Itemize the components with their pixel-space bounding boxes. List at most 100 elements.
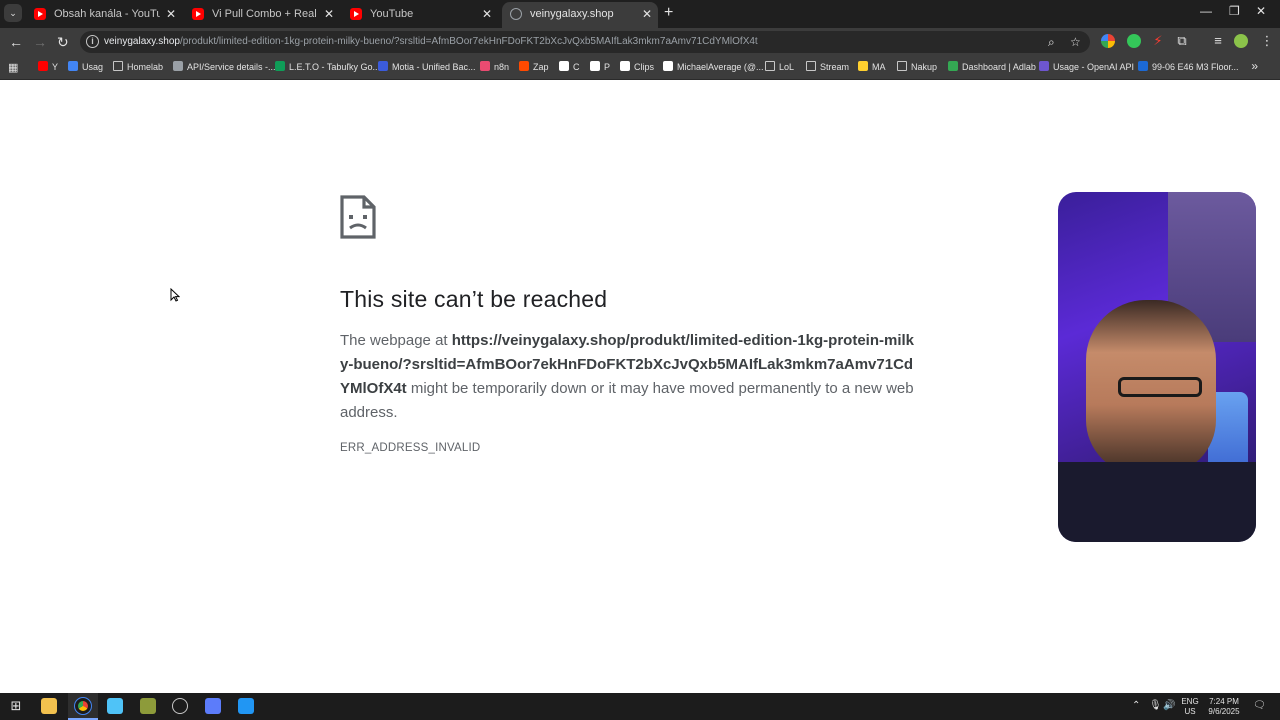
bookmark-label: Y — [52, 62, 59, 72]
windows-start-icon[interactable]: ⊞ — [8, 698, 24, 714]
bookmark-label: P — [604, 62, 611, 72]
new-tab-button[interactable]: + — [664, 4, 673, 22]
folder-icon — [765, 61, 775, 71]
profile-avatar[interactable] — [1234, 34, 1248, 48]
bookmark-label: Dashboard | Adlab — [962, 62, 1036, 72]
folder-icon — [113, 61, 123, 71]
close-icon[interactable]: ✕ — [324, 2, 334, 26]
tab-youtube-studio[interactable]: Obsah kanála - YouTube Studio ✕ — [26, 2, 182, 26]
extension-grammarly-icon[interactable] — [1127, 34, 1141, 48]
bookmark-item[interactable]: LoL — [765, 56, 794, 78]
bookmark-label: 99-06 E46 M3 Floor... — [1152, 62, 1239, 72]
bookmark-item[interactable]: C — [559, 56, 580, 78]
n8n-icon — [480, 61, 490, 71]
tab-youtube[interactable]: YouTube ✕ — [342, 2, 498, 26]
bmw-icon — [1138, 61, 1148, 71]
extensions-puzzle-icon[interactable]: ⧉ — [1175, 34, 1189, 48]
bookmark-label: Usag — [82, 62, 104, 72]
windows-taskbar: ⊞ ⌃ 🎙 🔊 ENG US 7:24 PM 9/6/2025 🗨 — [0, 693, 1280, 720]
zoom-icon[interactable]: ⌕ — [1048, 34, 1055, 50]
back-icon[interactable]: ← — [9, 34, 23, 50]
globe-icon — [510, 8, 522, 20]
bookmark-item[interactable]: API/Service details -... — [173, 56, 276, 78]
address-bar[interactable]: i veinygalaxy.shop/produkt/limited-editi… — [80, 31, 1090, 53]
app-olive-icon[interactable] — [140, 698, 156, 714]
tab-vi-pull-combo[interactable]: Vi Pull Combo + Real Talk - YouTube ✕ — [184, 2, 340, 26]
app-circle-icon[interactable] — [172, 698, 188, 714]
bookmark-item[interactable]: P — [590, 56, 610, 78]
extension-red-icon[interactable]: ⚡ — [1151, 34, 1165, 48]
tab-veinygalaxy[interactable]: veinygalaxy.shop ✕ — [502, 2, 658, 28]
bookmark-item[interactable]: Clips — [620, 56, 654, 78]
youtube-icon — [34, 8, 46, 20]
bookmark-item[interactable]: Nakup — [897, 56, 937, 78]
clock-time: 7:24 PM — [1209, 697, 1239, 706]
folder-icon — [806, 61, 816, 71]
bookmark-item[interactable]: Dashboard | Adlab — [948, 56, 1036, 78]
close-icon[interactable]: ✕ — [642, 2, 652, 26]
error-description: The webpage at https://veinygalaxy.shop/… — [340, 329, 920, 425]
language-indicator[interactable]: ENG US — [1178, 697, 1202, 717]
bookmark-item[interactable]: Zap — [519, 56, 549, 78]
bookmark-item[interactable]: Usage - OpenAI API — [1039, 56, 1134, 78]
clock[interactable]: 7:24 PM 9/6/2025 — [1200, 697, 1248, 717]
bookmark-item[interactable]: Motia - Unified Bac... — [378, 56, 476, 78]
motia-icon — [378, 61, 388, 71]
bookmark-star-icon[interactable]: ☆ — [1070, 34, 1081, 50]
address-url[interactable]: veinygalaxy.shop/produkt/limited-edition… — [104, 31, 758, 53]
close-window-icon[interactable]: ✕ — [1256, 4, 1266, 18]
close-icon[interactable]: ✕ — [482, 2, 492, 26]
tab-title: Vi Pull Combo + Real Talk - YouTube — [212, 8, 318, 20]
bookmark-item[interactable]: n8n — [480, 56, 509, 78]
bookmark-item[interactable]: Stream — [806, 56, 849, 78]
bookmark-item[interactable]: MichaelAverage (@... — [663, 56, 764, 78]
tab-title: YouTube — [370, 8, 414, 20]
menu-kebab-icon[interactable]: ⋮ — [1260, 34, 1274, 48]
error-desc-suffix: might be temporarily down or it may have… — [340, 380, 914, 421]
forward-icon[interactable]: → — [33, 34, 47, 50]
bookmark-label: Nakup — [911, 62, 938, 72]
notifications-icon[interactable]: 🗨 — [1253, 700, 1266, 711]
calculator-icon[interactable] — [205, 698, 221, 714]
clips-icon — [620, 61, 630, 71]
close-icon[interactable]: ✕ — [166, 2, 176, 26]
chevron-right-icon[interactable]: » — [1251, 59, 1258, 73]
bookmark-label: API/Service details -... — [187, 62, 276, 72]
minimize-icon[interactable]: — — [1200, 4, 1212, 18]
reload-icon[interactable]: ↻ — [57, 34, 69, 50]
mouse-cursor-icon — [170, 288, 180, 302]
chrome-icon[interactable] — [74, 697, 92, 715]
tray-chevron-up-icon[interactable]: ⌃ — [1132, 700, 1140, 711]
tab-title: Obsah kanála - YouTube Studio — [54, 8, 160, 20]
tab-search-icon[interactable]: ⌄ — [4, 4, 22, 22]
gear-icon — [173, 61, 183, 71]
bookmark-item[interactable]: MA — [858, 56, 886, 78]
app-blue-icon[interactable] — [107, 698, 123, 714]
site-info-icon[interactable]: i — [86, 35, 99, 48]
error-desc-prefix: The webpage at — [340, 332, 452, 349]
bookmark-label: Stream — [820, 62, 850, 72]
reading-list-icon[interactable]: ≡ — [1211, 34, 1225, 48]
app-terminal-icon[interactable] — [238, 698, 254, 714]
apps-grid-icon[interactable]: ▦ — [8, 61, 18, 74]
bookmark-item[interactable]: Usag — [68, 56, 103, 78]
webcam-shirt — [1058, 462, 1256, 542]
zapier-icon — [519, 61, 529, 71]
globe-icon — [68, 61, 78, 71]
microphone-icon[interactable]: 🎙 — [1149, 700, 1162, 711]
file-explorer-icon[interactable] — [41, 698, 57, 714]
extension-colorful-icon[interactable] — [1101, 34, 1115, 48]
language-top: ENG — [1181, 697, 1199, 706]
bookmark-item[interactable]: Homelab — [113, 56, 163, 78]
bookmark-label: Clips — [634, 62, 655, 72]
language-bottom: US — [1184, 707, 1196, 716]
tab-title: veinygalaxy.shop — [530, 8, 614, 20]
bookmark-item[interactable]: L.E.T.O - Tabuľky Go... — [275, 56, 380, 78]
adlab-icon — [948, 61, 958, 71]
bookmark-item[interactable]: 99-06 E46 M3 Floor... — [1138, 56, 1239, 78]
restore-icon[interactable]: ❐ — [1229, 4, 1240, 18]
youtube-icon — [192, 8, 204, 20]
volume-icon[interactable]: 🔊 — [1163, 700, 1175, 711]
bookmark-label: Homelab — [127, 62, 164, 72]
bookmark-item[interactable]: Y — [38, 56, 58, 78]
